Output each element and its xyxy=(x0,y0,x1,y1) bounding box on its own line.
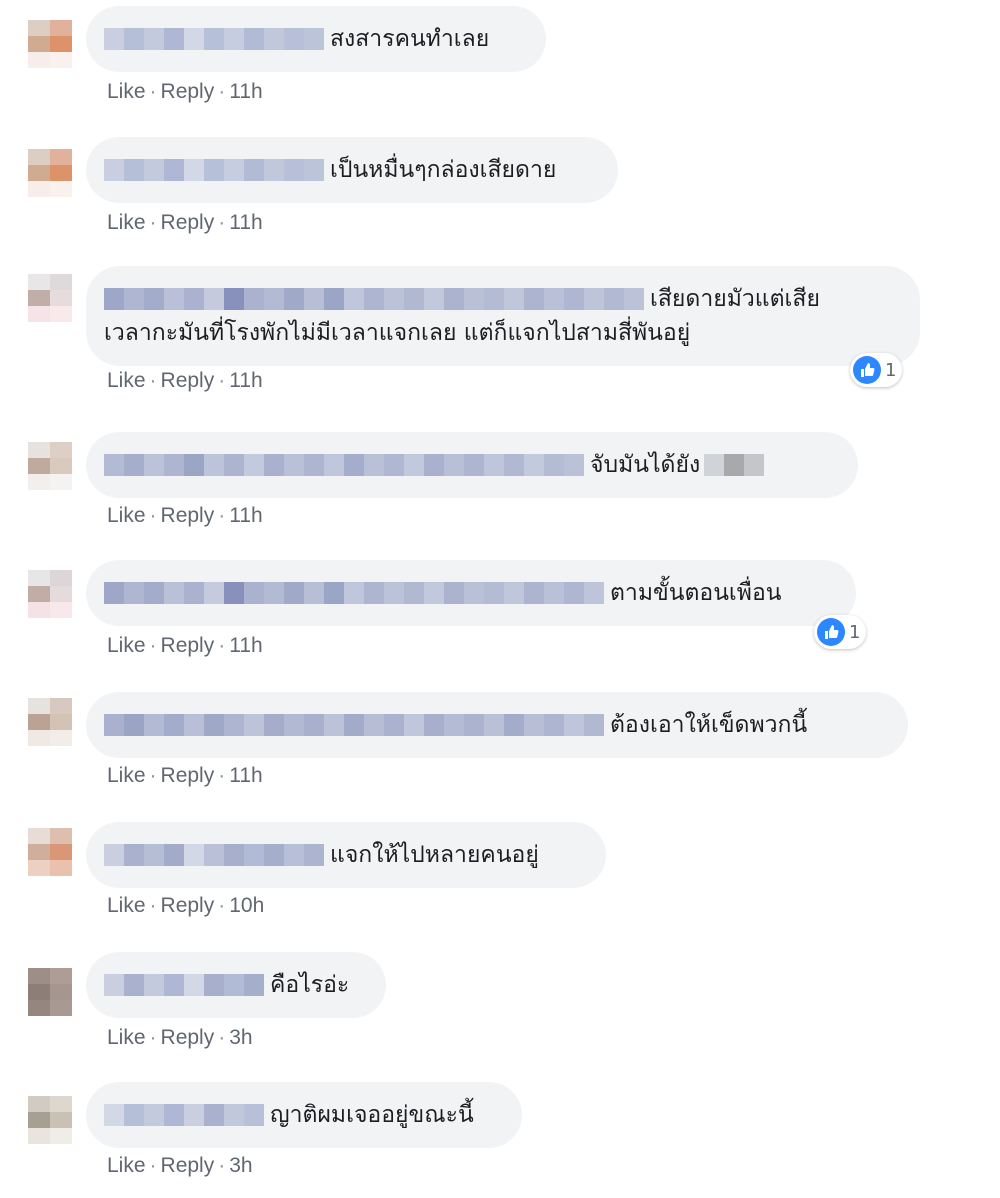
comment-text: สงสารคนทำเลย xyxy=(330,26,490,52)
comment-actions: Like · Reply · 11h xyxy=(107,764,263,787)
comment-bubble: ต้องเอาให้เข็ดพวกนี้ xyxy=(86,692,908,758)
timestamp[interactable]: 11h xyxy=(229,80,262,103)
comment-text: ญาติผมเจออยู่ขณะนี้ xyxy=(270,1102,474,1128)
timestamp[interactable]: 11h xyxy=(229,634,262,657)
avatar[interactable] xyxy=(28,828,72,876)
comment-text: แจกให้ไปหลายคนอยู่ xyxy=(330,842,539,868)
comment-actions: Like · Reply · 3h xyxy=(107,1154,253,1177)
avatar[interactable] xyxy=(28,1096,72,1144)
comment-bubble: สงสารคนทำเลย xyxy=(86,6,546,72)
comment-text: เสียดายมัวแต่เสีย xyxy=(650,286,820,312)
comment-actions: Like · Reply · 11h xyxy=(107,80,263,103)
timestamp[interactable]: 11h xyxy=(229,764,262,787)
timestamp[interactable]: 3h xyxy=(229,1154,252,1177)
comment-bubble: จับมันได้ยัง xyxy=(86,432,858,498)
reply-link[interactable]: Reply xyxy=(161,634,215,657)
blurred-commenter-name[interactable] xyxy=(104,844,324,866)
timestamp[interactable]: 11h xyxy=(229,369,262,392)
blurred-text xyxy=(704,454,765,476)
timestamp[interactable]: 10h xyxy=(229,894,264,917)
comment-bubble: ตามขั้นตอนเพื่อน xyxy=(86,560,856,626)
avatar[interactable] xyxy=(28,968,72,1016)
comment-bubble: ญาติผมเจออยู่ขณะนี้ xyxy=(86,1082,522,1148)
avatar[interactable] xyxy=(28,20,72,68)
reaction-badge[interactable]: 1 xyxy=(850,353,903,387)
like-link[interactable]: Like xyxy=(107,1026,146,1049)
like-link[interactable]: Like xyxy=(107,211,146,234)
like-link[interactable]: Like xyxy=(107,369,146,392)
like-icon xyxy=(817,618,845,646)
like-link[interactable]: Like xyxy=(107,634,146,657)
comment-bubble: แจกให้ไปหลายคนอยู่ xyxy=(86,822,606,888)
comment-text: จับมันได้ยัง xyxy=(590,452,701,478)
like-link[interactable]: Like xyxy=(107,894,146,917)
reply-link[interactable]: Reply xyxy=(161,1154,215,1177)
comment-actions: Like · Reply · 10h xyxy=(107,894,265,917)
blurred-commenter-name[interactable] xyxy=(104,28,324,50)
avatar[interactable] xyxy=(28,570,72,618)
reply-link[interactable]: Reply xyxy=(161,1026,215,1049)
comment-bubble: คือไรอ่ะ xyxy=(86,952,386,1018)
comment-text: เวลากะมันที่โรงพักไม่มีเวลาแจกเลย แต่ก็แ… xyxy=(104,320,691,346)
blurred-commenter-name[interactable] xyxy=(104,288,644,310)
reply-link[interactable]: Reply xyxy=(161,764,215,787)
like-icon xyxy=(853,356,881,384)
reply-link[interactable]: Reply xyxy=(161,80,215,103)
blurred-commenter-name[interactable] xyxy=(104,974,264,996)
reaction-count: 1 xyxy=(849,621,861,643)
reply-link[interactable]: Reply xyxy=(161,369,215,392)
reply-link[interactable]: Reply xyxy=(161,894,215,917)
comment-actions: Like · Reply · 11h xyxy=(107,634,263,657)
timestamp[interactable]: 11h xyxy=(229,504,262,527)
comment-bubble: เสียดายมัวแต่เสีย เวลากะมันที่โรงพักไม่ม… xyxy=(86,266,920,366)
avatar[interactable] xyxy=(28,149,72,197)
comment-bubble: เป็นหมื่นๆกล่องเสียดาย xyxy=(86,137,618,203)
blurred-commenter-name[interactable] xyxy=(104,159,324,181)
timestamp[interactable]: 11h xyxy=(229,211,262,234)
comment-actions: Like · Reply · 11h xyxy=(107,504,263,527)
reply-link[interactable]: Reply xyxy=(161,504,215,527)
blurred-commenter-name[interactable] xyxy=(104,582,604,604)
avatar[interactable] xyxy=(28,442,72,490)
blurred-commenter-name[interactable] xyxy=(104,1104,264,1126)
like-link[interactable]: Like xyxy=(107,1154,146,1177)
comment-text: เป็นหมื่นๆกล่องเสียดาย xyxy=(330,157,557,183)
reaction-badge[interactable]: 1 xyxy=(814,615,867,649)
reaction-count: 1 xyxy=(885,359,897,381)
comment-actions: Like · Reply · 11h xyxy=(107,369,263,392)
comment-text: คือไรอ่ะ xyxy=(270,972,350,998)
avatar[interactable] xyxy=(28,274,72,322)
comment-actions: Like · Reply · 11h xyxy=(107,211,263,234)
like-link[interactable]: Like xyxy=(107,764,146,787)
blurred-commenter-name[interactable] xyxy=(104,454,584,476)
comment-text: ต้องเอาให้เข็ดพวกนี้ xyxy=(610,712,808,738)
timestamp[interactable]: 3h xyxy=(229,1026,252,1049)
like-link[interactable]: Like xyxy=(107,80,146,103)
reply-link[interactable]: Reply xyxy=(161,211,215,234)
avatar[interactable] xyxy=(28,698,72,746)
like-link[interactable]: Like xyxy=(107,504,146,527)
comment-text: ตามขั้นตอนเพื่อน xyxy=(610,580,782,606)
blurred-commenter-name[interactable] xyxy=(104,714,604,736)
comment-actions: Like · Reply · 3h xyxy=(107,1026,253,1049)
